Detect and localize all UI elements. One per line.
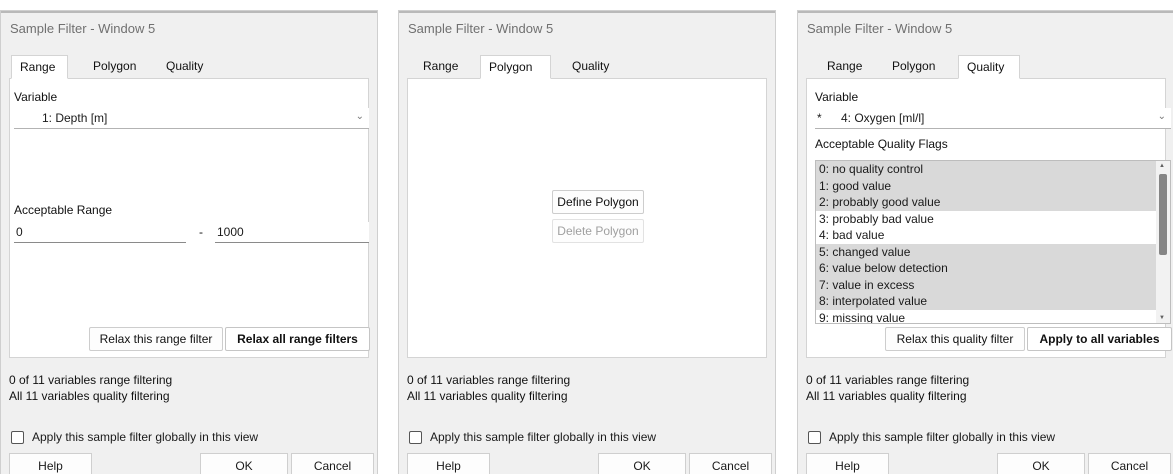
sample-filter-window-range: Sample Filter - Window 5 Range Polygon Q… — [0, 10, 378, 474]
tab-polygon[interactable]: Polygon — [884, 55, 943, 79]
apply-to-all-variables-button[interactable]: Apply to all variables — [1027, 327, 1172, 351]
list-scrollbar[interactable]: ▲ ▼ — [1156, 161, 1170, 323]
range-status-text: 0 of 11 variables range filtering — [806, 373, 970, 387]
window-title: Sample Filter - Window 5 — [408, 21, 554, 36]
tab-quality[interactable]: Quality — [564, 55, 617, 79]
cancel-button[interactable]: Cancel — [291, 453, 374, 474]
sample-filter-window-quality: Sample Filter - Window 5 Range Polygon Q… — [797, 10, 1173, 474]
range-status-text: 0 of 11 variables range filtering — [9, 373, 173, 387]
arrow-down-icon[interactable]: ▼ — [1159, 315, 1165, 321]
relax-this-quality-filter-button[interactable]: Relax this quality filter — [885, 327, 1025, 351]
window-top-border — [399, 11, 775, 13]
apply-globally-label: Apply this sample filter globally in thi… — [430, 430, 657, 444]
variable-select[interactable]: 1: Depth [m] ⌄ — [14, 108, 369, 129]
quality-flags-label: Acceptable Quality Flags — [815, 137, 948, 151]
range-tab-panel: Variable 1: Depth [m] ⌄ Acceptable Range… — [9, 78, 370, 358]
relax-all-range-filters-button[interactable]: Relax all range filters — [225, 327, 370, 351]
chevron-down-icon: ⌄ — [355, 111, 364, 122]
define-polygon-button[interactable]: Define Polygon — [552, 190, 644, 214]
range-min-value: 0 — [16, 225, 23, 239]
window-top-border — [798, 11, 1173, 13]
quality-flag-item[interactable]: 8: interpolated value — [816, 293, 1170, 310]
scrollbar-thumb[interactable] — [1159, 174, 1167, 255]
quality-status-text: All 11 variables quality filtering — [806, 389, 967, 403]
quality-flag-item[interactable]: 0: no quality control — [816, 161, 1170, 178]
help-button[interactable]: Help — [806, 453, 889, 474]
tab-range[interactable]: Range — [11, 55, 68, 79]
variable-select-value: 1: Depth [m] — [42, 111, 108, 125]
tab-bar: Range Polygon Quality — [407, 55, 767, 79]
apply-globally-checkbox[interactable] — [409, 431, 422, 444]
tab-range[interactable]: Range — [415, 55, 466, 79]
range-min-input[interactable]: 0 — [14, 222, 186, 243]
chevron-down-icon: ⌄ — [1157, 111, 1166, 122]
tab-bar: Range Polygon Quality — [9, 55, 369, 79]
apply-globally-label: Apply this sample filter globally in thi… — [829, 430, 1056, 444]
variable-select[interactable]: * 4: Oxygen [ml/l] ⌄ — [815, 108, 1171, 129]
apply-globally-checkbox[interactable] — [808, 431, 821, 444]
tab-range[interactable]: Range — [819, 55, 870, 79]
tab-polygon[interactable]: Polygon — [480, 55, 551, 79]
acceptable-range-label: Acceptable Range — [14, 203, 113, 217]
cancel-button[interactable]: Cancel — [689, 453, 772, 474]
quality-flag-item[interactable]: 5: changed value — [816, 243, 1170, 260]
quality-status-text: All 11 variables quality filtering — [9, 389, 170, 403]
quality-flag-item[interactable]: 6: value below detection — [816, 260, 1170, 277]
window-title: Sample Filter - Window 5 — [10, 21, 156, 36]
variable-modified-marker: * — [817, 111, 822, 125]
variable-select-value: 4: Oxygen [ml/l] — [841, 111, 925, 125]
quality-status-text: All 11 variables quality filtering — [407, 389, 568, 403]
ok-button[interactable]: OK — [598, 453, 686, 474]
variable-label: Variable — [14, 90, 58, 104]
quality-flags-list[interactable]: 0: no quality control 1: good value 2: pro… — [815, 160, 1171, 324]
variable-label: Variable — [815, 90, 859, 104]
quality-tab-panel: Variable * 4: Oxygen [ml/l] ⌄ Acceptable… — [806, 78, 1172, 358]
window-top-border — [1, 11, 377, 13]
help-button[interactable]: Help — [9, 453, 92, 474]
cancel-button[interactable]: Cancel — [1088, 453, 1171, 474]
relax-this-range-filter-button[interactable]: Relax this range filter — [89, 327, 223, 351]
ok-button[interactable]: OK — [200, 453, 288, 474]
ok-button[interactable]: OK — [997, 453, 1085, 474]
polygon-tab-panel: Define Polygon Delete Polygon — [407, 78, 767, 358]
tab-polygon[interactable]: Polygon — [85, 55, 144, 79]
range-status-text: 0 of 11 variables range filtering — [407, 373, 571, 387]
tab-bar: Range Polygon Quality — [806, 55, 1166, 79]
apply-globally-label: Apply this sample filter globally in thi… — [32, 430, 259, 444]
tab-quality[interactable]: Quality — [158, 55, 211, 79]
range-max-input[interactable]: 1000 — [215, 222, 369, 243]
tab-quality[interactable]: Quality — [958, 55, 1020, 79]
range-dash: - — [199, 225, 203, 239]
sample-filter-window-polygon: Sample Filter - Window 5 Range Polygon Q… — [398, 10, 776, 474]
help-button[interactable]: Help — [407, 453, 490, 474]
quality-flag-item[interactable]: 3: probably bad value — [816, 211, 1170, 228]
quality-flag-item[interactable]: 7: value in excess — [816, 276, 1170, 293]
range-max-value: 1000 — [217, 225, 244, 239]
window-title: Sample Filter - Window 5 — [807, 21, 953, 36]
quality-flag-item[interactable]: 2: probably good value — [816, 194, 1170, 211]
quality-flags-items: 0: no quality control 1: good value 2: pro… — [816, 161, 1170, 324]
quality-flag-item[interactable]: 4: bad value — [816, 227, 1170, 244]
quality-flag-item[interactable]: 9: missing value — [816, 310, 1170, 324]
delete-polygon-button[interactable]: Delete Polygon — [552, 219, 644, 243]
apply-globally-checkbox[interactable] — [11, 431, 24, 444]
arrow-up-icon[interactable]: ▲ — [1159, 163, 1165, 169]
quality-flag-item[interactable]: 1: good value — [816, 177, 1170, 194]
